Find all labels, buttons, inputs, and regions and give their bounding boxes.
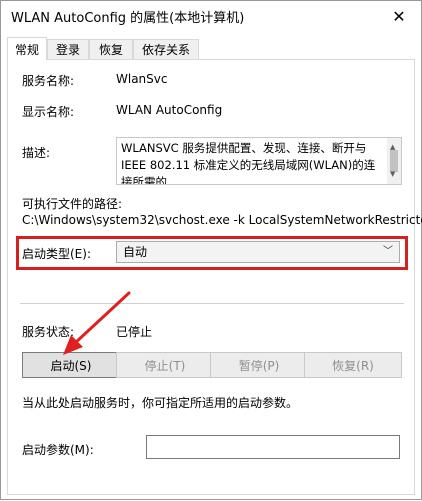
start-params-input[interactable]	[146, 435, 400, 459]
description-text: WLANSVC 服务提供配置、发现、连接、断开与 IEEE 802.11 标准定…	[121, 141, 376, 185]
service-status-value: 已停止	[116, 325, 153, 339]
pause-button[interactable]: 暂停(P)	[210, 352, 308, 378]
start-button[interactable]: 启动(S)	[22, 352, 120, 378]
startup-type-label: 启动类型(E):	[22, 247, 91, 261]
description-box[interactable]: WLANSVC 服务提供配置、发现、连接、断开与 IEEE 802.11 标准定…	[116, 137, 402, 185]
close-icon[interactable]: ✕	[377, 1, 421, 31]
separator	[20, 303, 404, 304]
window-title: WLAN AutoConfig 的属性(本地计算机)	[11, 11, 245, 26]
startup-type-select[interactable]: 自动 ﹀	[116, 241, 400, 263]
chevron-down-icon: ﹀	[383, 246, 393, 257]
title-bar: WLAN AutoConfig 的属性(本地计算机) ✕	[1, 1, 421, 31]
stop-button[interactable]: 停止(T)	[116, 352, 214, 378]
service-name-label: 服务名称:	[22, 74, 75, 88]
start-params-hint: 当从此处启动服务时，你可指定所适用的启动参数。	[22, 396, 299, 410]
display-name-value: WLAN AutoConfig	[116, 103, 223, 117]
resume-button[interactable]: 恢复(R)	[304, 352, 402, 378]
service-status-label: 服务状态:	[22, 325, 75, 339]
tab-recovery[interactable]: 恢复	[89, 39, 133, 59]
description-scrollbar[interactable]: ▲ ▼	[387, 138, 401, 184]
scroll-down-icon[interactable]: ▼	[390, 166, 395, 183]
start-params-label: 启动参数(M):	[22, 443, 94, 457]
exe-path-label: 可执行文件的路径:	[22, 197, 123, 211]
exe-path-value: C:\Windows\system32\svchost.exe -k Local…	[22, 213, 422, 227]
service-name-value: WlanSvc	[116, 72, 168, 86]
properties-dialog: WLAN AutoConfig 的属性(本地计算机) ✕ 常规 登录 恢复 依存…	[0, 0, 422, 500]
description-label: 描述:	[22, 146, 51, 160]
general-panel: 服务名称: WlanSvc 显示名称: WLAN AutoConfig 描述: …	[7, 59, 422, 495]
startup-type-value: 自动	[123, 245, 148, 259]
tab-dependencies[interactable]: 依存关系	[133, 39, 199, 59]
tab-logon[interactable]: 登录	[47, 39, 89, 59]
display-name-label: 显示名称:	[22, 105, 75, 119]
tab-general[interactable]: 常规	[7, 37, 47, 60]
